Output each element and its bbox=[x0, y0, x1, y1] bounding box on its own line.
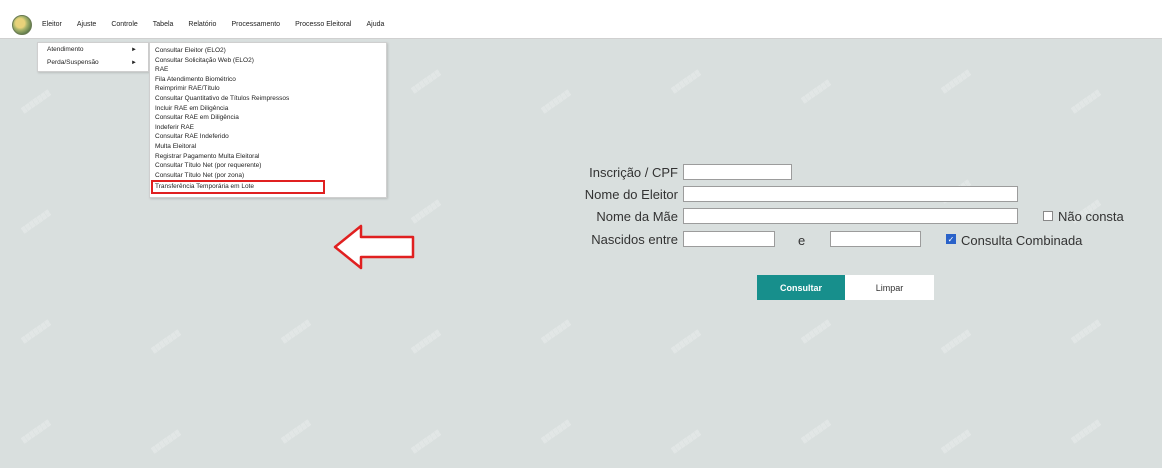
watermark: ▒▒▒▒▒▒▒ bbox=[541, 420, 572, 444]
watermark: ▒▒▒▒▒▒▒ bbox=[281, 320, 312, 344]
watermark: ▒▒▒▒▒▒▒ bbox=[411, 330, 442, 354]
watermark: ▒▒▒▒▒▒▒ bbox=[541, 320, 572, 344]
watermark: ▒▒▒▒▒▒▒ bbox=[21, 90, 52, 114]
menu-item-rae[interactable]: RAE bbox=[150, 65, 386, 75]
atendimento-submenu: Consultar Eleitor (ELO2) Consultar Solic… bbox=[149, 42, 387, 199]
arrow-right-icon: ► bbox=[131, 60, 137, 66]
nascidos-label: Nascidos entre bbox=[591, 232, 678, 247]
watermark: ▒▒▒▒▒▒▒ bbox=[21, 320, 52, 344]
menu-ajuste[interactable]: Ajuste bbox=[77, 21, 96, 28]
watermark: ▒▒▒▒▒▒▒ bbox=[1071, 420, 1102, 444]
watermark: ▒▒▒▒▒▒▒ bbox=[411, 200, 442, 224]
watermark: ▒▒▒▒▒▒▒ bbox=[151, 330, 182, 354]
menu-item-multa-eleitoral[interactable]: Multa Eleitoral bbox=[150, 142, 386, 152]
app-logo-icon bbox=[12, 14, 32, 35]
menu-item-consultar-rae-diligencia[interactable]: Consultar RAE em Diligência bbox=[150, 113, 386, 123]
watermark: ▒▒▒▒▒▒▒ bbox=[411, 70, 442, 94]
menu-item-consultar-titulo-net-zona[interactable]: Consultar Título Net (por zona) bbox=[150, 171, 386, 181]
menu-eleitor[interactable]: Eleitor bbox=[42, 21, 62, 28]
menu-item-consultar-rae-indeferido[interactable]: Consultar RAE Indeferido bbox=[150, 132, 386, 142]
arrow-right-icon: ► bbox=[131, 47, 137, 53]
nascidos-de-input[interactable] bbox=[683, 231, 775, 247]
menu-controle[interactable]: Controle bbox=[111, 21, 137, 28]
menu-relatorio[interactable]: Relatório bbox=[188, 21, 216, 28]
annotation-arrow-icon bbox=[333, 224, 415, 270]
watermark: ▒▒▒▒▒▒▒ bbox=[411, 430, 442, 454]
menu-item-indeferir-rae[interactable]: Indeferir RAE bbox=[150, 123, 386, 133]
menu-item-consultar-titulo-net-requerente[interactable]: Consultar Título Net (por requerente) bbox=[150, 161, 386, 171]
menu-bar: Eleitor Ajuste Controle Tabela Relatório… bbox=[0, 11, 1162, 39]
window-top-strip bbox=[0, 0, 1162, 11]
menu-ajuda[interactable]: Ajuda bbox=[367, 21, 385, 28]
menu-item-registrar-pagamento-multa[interactable]: Registrar Pagamento Multa Eleitoral bbox=[150, 152, 386, 162]
menu-processo-eleitoral[interactable]: Processo Eleitoral bbox=[295, 21, 351, 28]
consultar-button[interactable]: Consultar bbox=[757, 275, 845, 300]
watermark: ▒▒▒▒▒▒▒ bbox=[801, 420, 832, 444]
nome-mae-label: Nome da Mãe bbox=[596, 209, 678, 224]
nao-consta-checkbox[interactable] bbox=[1043, 211, 1053, 221]
watermark: ▒▒▒▒▒▒▒ bbox=[671, 430, 702, 454]
watermark: ▒▒▒▒▒▒▒ bbox=[151, 430, 182, 454]
menu-item-incluir-rae-diligencia[interactable]: Incluir RAE em Diligência bbox=[150, 104, 386, 114]
menu-item-consultar-solicitacao-web[interactable]: Consultar Solicitação Web (ELO2) bbox=[150, 56, 386, 66]
limpar-button[interactable]: Limpar bbox=[845, 275, 934, 300]
menu-item-consultar-eleitor[interactable]: Consultar Eleitor (ELO2) bbox=[150, 46, 386, 56]
menu-item-reimprimir-rae-titulo[interactable]: Reimprimir RAE/Título bbox=[150, 84, 386, 94]
nome-mae-input[interactable] bbox=[683, 208, 1018, 224]
menu-item-consultar-quantitativo[interactable]: Consultar Quantitativo de Títulos Reimpr… bbox=[150, 94, 386, 104]
nome-eleitor-label: Nome do Eleitor bbox=[584, 187, 678, 202]
nascidos-ate-input[interactable] bbox=[830, 231, 921, 247]
inscricao-label: Inscrição / CPF bbox=[589, 165, 678, 180]
submenu-item-perda-suspensao[interactable]: Perda/Suspensão ► bbox=[38, 57, 148, 69]
consulta-combinada-label: Consulta Combinada bbox=[961, 233, 1083, 248]
consulta-combinada-checkbox[interactable]: ✓ bbox=[946, 234, 956, 244]
watermark: ▒▒▒▒▒▒▒ bbox=[281, 420, 312, 444]
submenu-item-atendimento[interactable]: Atendimento ► bbox=[38, 44, 148, 56]
watermark: ▒▒▒▒▒▒▒ bbox=[671, 330, 702, 354]
watermark: ▒▒▒▒▒▒▒ bbox=[801, 320, 832, 344]
menu-item-fila-atendimento-biometrico[interactable]: Fila Atendimento Biométrico bbox=[150, 75, 386, 85]
watermark: ▒▒▒▒▒▒▒ bbox=[21, 210, 52, 234]
watermark: ▒▒▒▒▒▒▒ bbox=[801, 80, 832, 104]
watermark: ▒▒▒▒▒▒▒ bbox=[941, 330, 972, 354]
menu-tabela[interactable]: Tabela bbox=[153, 21, 174, 28]
watermark: ▒▒▒▒▒▒▒ bbox=[21, 420, 52, 444]
eleitor-submenu: Atendimento ► Perda/Suspensão ► bbox=[37, 42, 149, 72]
nao-consta-label: Não consta bbox=[1058, 209, 1124, 224]
nome-eleitor-input[interactable] bbox=[683, 186, 1018, 202]
menu-processamento[interactable]: Processamento bbox=[231, 21, 280, 28]
watermark: ▒▒▒▒▒▒▒ bbox=[541, 90, 572, 114]
watermark: ▒▒▒▒▒▒▒ bbox=[941, 70, 972, 94]
e-label: e bbox=[798, 233, 806, 248]
watermark: ▒▒▒▒▒▒▒ bbox=[941, 430, 972, 454]
watermark: ▒▒▒▒▒▒▒ bbox=[671, 70, 702, 94]
watermark: ▒▒▒▒▒▒▒ bbox=[1071, 90, 1102, 114]
inscricao-input[interactable] bbox=[683, 164, 792, 180]
watermark: ▒▒▒▒▒▒▒ bbox=[1071, 320, 1102, 344]
menu-item-transferencia-temporaria-lote[interactable]: Transferência Temporária em Lote bbox=[151, 180, 325, 195]
